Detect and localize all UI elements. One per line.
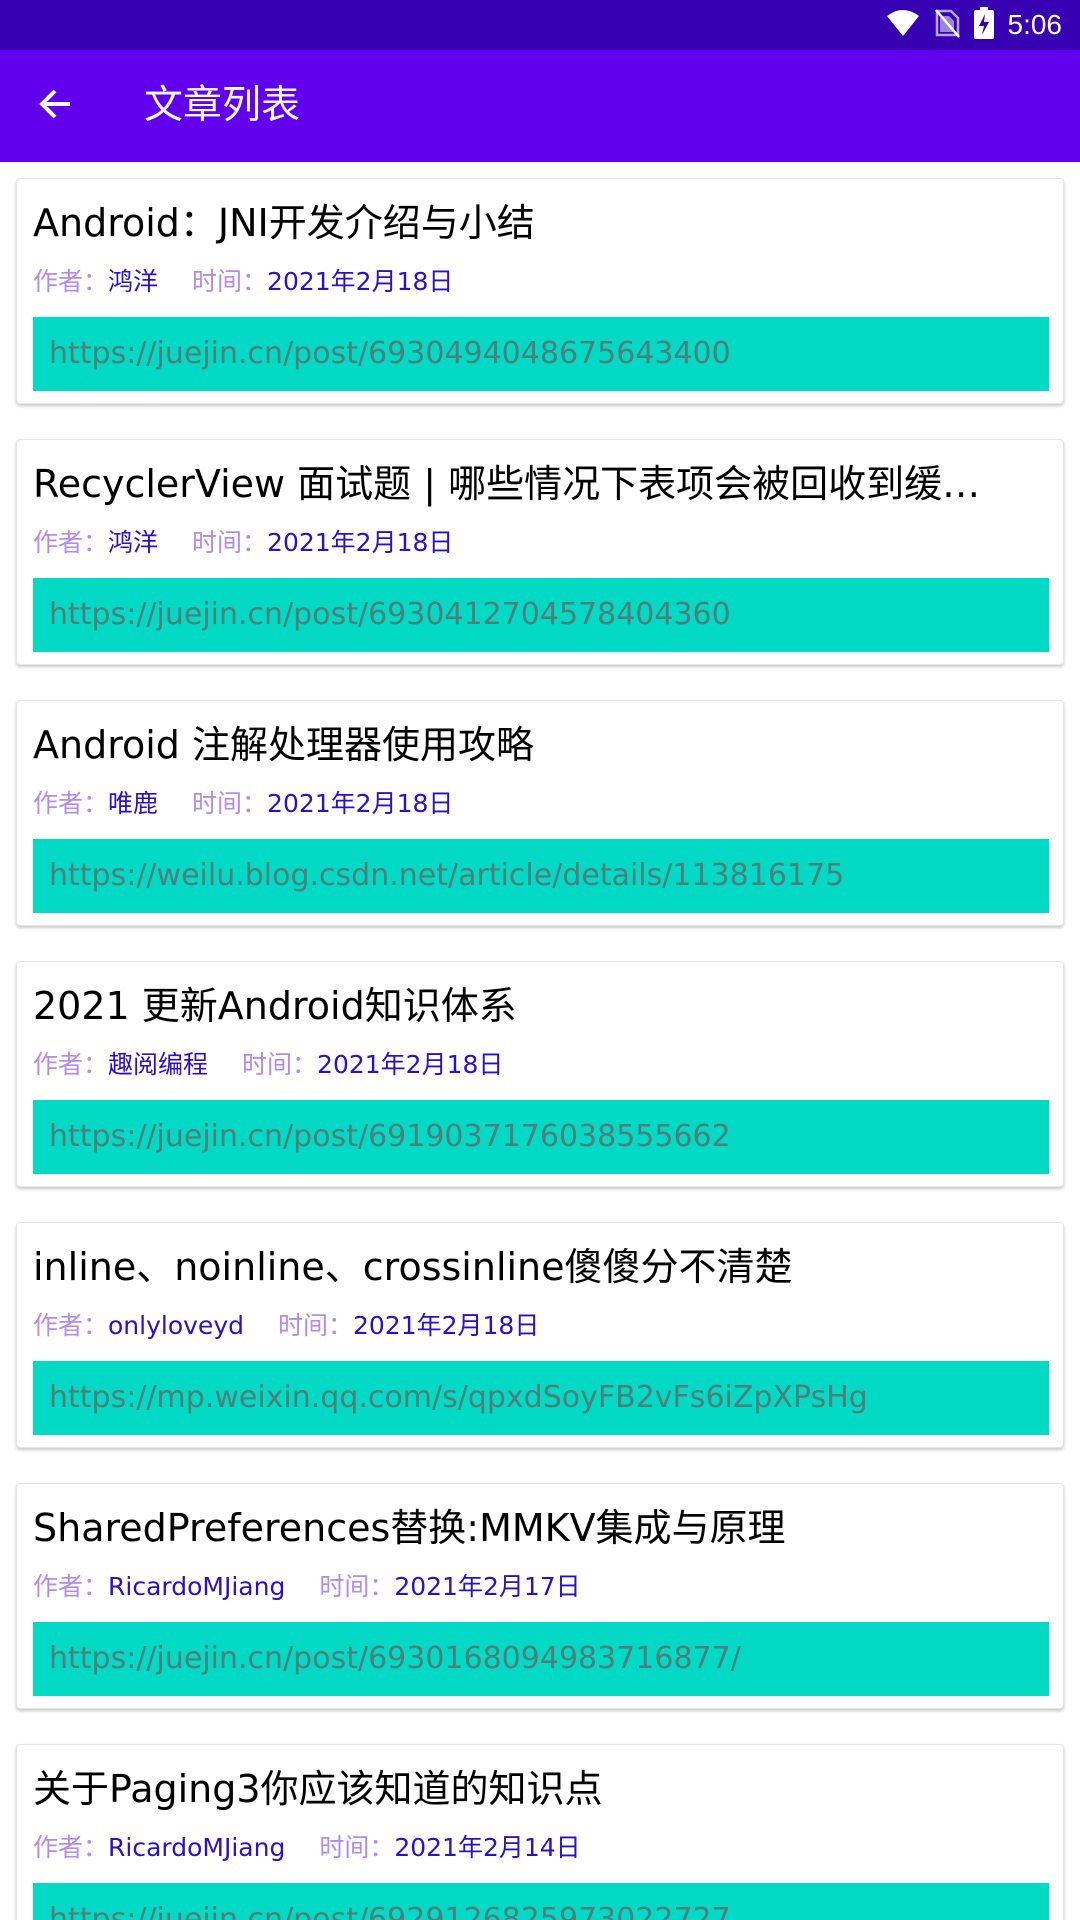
publish-date: 2021年2月18日	[353, 1311, 540, 1340]
article-meta: 作者：onlyloveyd 时间：2021年2月18日	[33, 1309, 539, 1343]
article-link[interactable]: https://mp.weixin.qq.com/s/qpxdSoyFB2vFs…	[33, 1361, 1049, 1435]
article-title: SharedPreferences替换:MMKV集成与原理	[33, 1506, 786, 1550]
publish-date: 2021年2月18日	[267, 267, 454, 296]
article-link[interactable]: https://juejin.cn/post/69304940486756434…	[33, 317, 1049, 391]
page-title: 文章列表	[144, 83, 301, 128]
status-bar: 5:06	[0, 0, 1080, 50]
article-meta: 作者：RicardoMJiang 时间：2021年2月14日	[33, 1831, 581, 1865]
time-label: 时间：	[242, 1050, 318, 1079]
article-card[interactable]: Android：JNI开发介绍与小结 作者：鸿洋 时间：2021年2月18日 ht…	[16, 178, 1064, 404]
wifi-icon	[886, 9, 920, 41]
article-title: RecyclerView 面试题 | 哪些情况下表项会被回收到缓…	[33, 462, 981, 506]
time-label: 时间：	[319, 1833, 395, 1862]
article-meta: 作者：RicardoMJiang 时间：2021年2月17日	[33, 1570, 581, 1604]
author-label: 作者：	[33, 267, 109, 296]
author-name: 趣阅编程	[108, 1050, 209, 1079]
article-link[interactable]: https://juejin.cn/post/69301680949837168…	[33, 1622, 1049, 1696]
article-link[interactable]: https://juejin.cn/post/69304127045784043…	[33, 578, 1049, 652]
time-label: 时间：	[192, 528, 268, 557]
author-label: 作者：	[33, 1311, 109, 1340]
article-meta: 作者：唯鹿 时间：2021年2月18日	[33, 787, 453, 821]
article-title: 关于Paging3你应该知道的知识点	[33, 1767, 603, 1811]
status-time: 5:06	[1007, 9, 1063, 40]
back-button[interactable]	[24, 78, 88, 134]
article-card[interactable]: 关于Paging3你应该知道的知识点 作者：RicardoMJiang 时间：20…	[16, 1744, 1064, 1920]
time-label: 时间：	[319, 1572, 395, 1601]
author-name: RicardoMJiang	[108, 1833, 286, 1862]
article-card[interactable]: Android 注解处理器使用攻略 作者：唯鹿 时间：2021年2月18日 htt…	[16, 700, 1064, 926]
article-title: inline、noinline、crossinline傻傻分不清楚	[33, 1245, 793, 1289]
publish-date: 2021年2月18日	[267, 789, 454, 818]
article-meta: 作者：鸿洋 时间：2021年2月18日	[33, 265, 453, 299]
time-label: 时间：	[192, 267, 268, 296]
article-meta: 作者：趣阅编程 时间：2021年2月18日	[33, 1048, 503, 1082]
author-name: 鸿洋	[108, 267, 159, 296]
publish-date: 2021年2月18日	[317, 1050, 504, 1079]
app-bar: 文章列表	[0, 50, 1080, 162]
author-name: RicardoMJiang	[108, 1572, 286, 1601]
time-label: 时间：	[192, 789, 268, 818]
author-label: 作者：	[33, 789, 109, 818]
author-label: 作者：	[33, 1833, 109, 1862]
article-link[interactable]: https://juejin.cn/post/69291268259730227…	[33, 1883, 1049, 1920]
author-name: onlyloveyd	[108, 1311, 244, 1340]
article-meta: 作者：鸿洋 时间：2021年2月18日	[33, 526, 453, 560]
time-label: 时间：	[277, 1311, 353, 1340]
article-card[interactable]: RecyclerView 面试题 | 哪些情况下表项会被回收到缓… 作者：鸿洋 时…	[16, 439, 1064, 665]
article-title: Android 注解处理器使用攻略	[33, 723, 534, 767]
author-label: 作者：	[33, 1572, 109, 1601]
no-sim-icon	[934, 8, 960, 42]
author-name: 唯鹿	[108, 789, 159, 818]
article-link[interactable]: https://weilu.blog.csdn.net/article/deta…	[33, 839, 1049, 913]
article-card[interactable]: SharedPreferences替换:MMKV集成与原理 作者：Ricardo…	[16, 1483, 1064, 1709]
author-label: 作者：	[33, 528, 109, 557]
article-card[interactable]: inline、noinline、crossinline傻傻分不清楚 作者：onl…	[16, 1222, 1064, 1448]
publish-date: 2021年2月14日	[394, 1833, 581, 1862]
publish-date: 2021年2月17日	[394, 1572, 581, 1601]
publish-date: 2021年2月18日	[267, 528, 454, 557]
status-icons: 5:06	[886, 0, 1063, 50]
author-label: 作者：	[33, 1050, 109, 1079]
article-title: 2021 更新Android知识体系	[33, 984, 517, 1028]
article-list[interactable]: Android：JNI开发介绍与小结 作者：鸿洋 时间：2021年2月18日 ht…	[0, 162, 1080, 1920]
author-name: 鸿洋	[108, 528, 159, 557]
article-title: Android：JNI开发介绍与小结	[33, 201, 535, 245]
article-link[interactable]: https://juejin.cn/post/69190371760385556…	[33, 1100, 1049, 1174]
article-card[interactable]: 2021 更新Android知识体系 作者：趣阅编程 时间：2021年2月18日 …	[16, 961, 1064, 1187]
battery-charging-icon	[973, 7, 994, 43]
arrow-back-icon	[38, 86, 74, 126]
